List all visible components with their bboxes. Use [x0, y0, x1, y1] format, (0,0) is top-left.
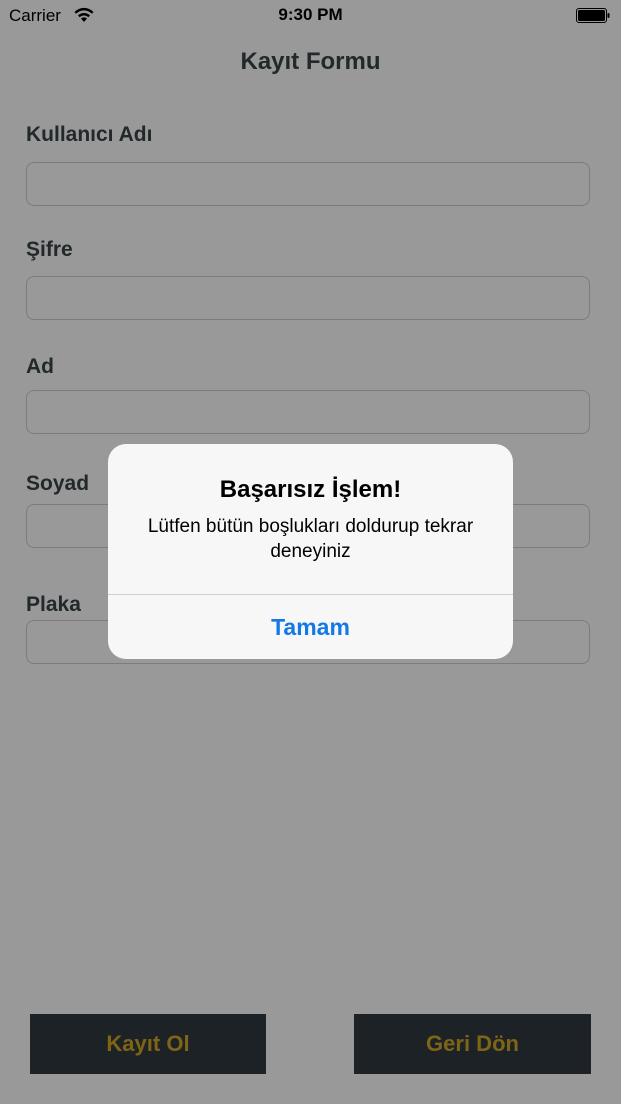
error-alert: Başarısız İşlem! Lütfen bütün boşlukları… [108, 444, 513, 659]
alert-message: Lütfen bütün boşlukları doldurup tekrar … [147, 516, 474, 562]
alert-ok-button[interactable]: Tamam [108, 595, 513, 659]
alert-title: Başarısız İşlem! [219, 476, 402, 503]
